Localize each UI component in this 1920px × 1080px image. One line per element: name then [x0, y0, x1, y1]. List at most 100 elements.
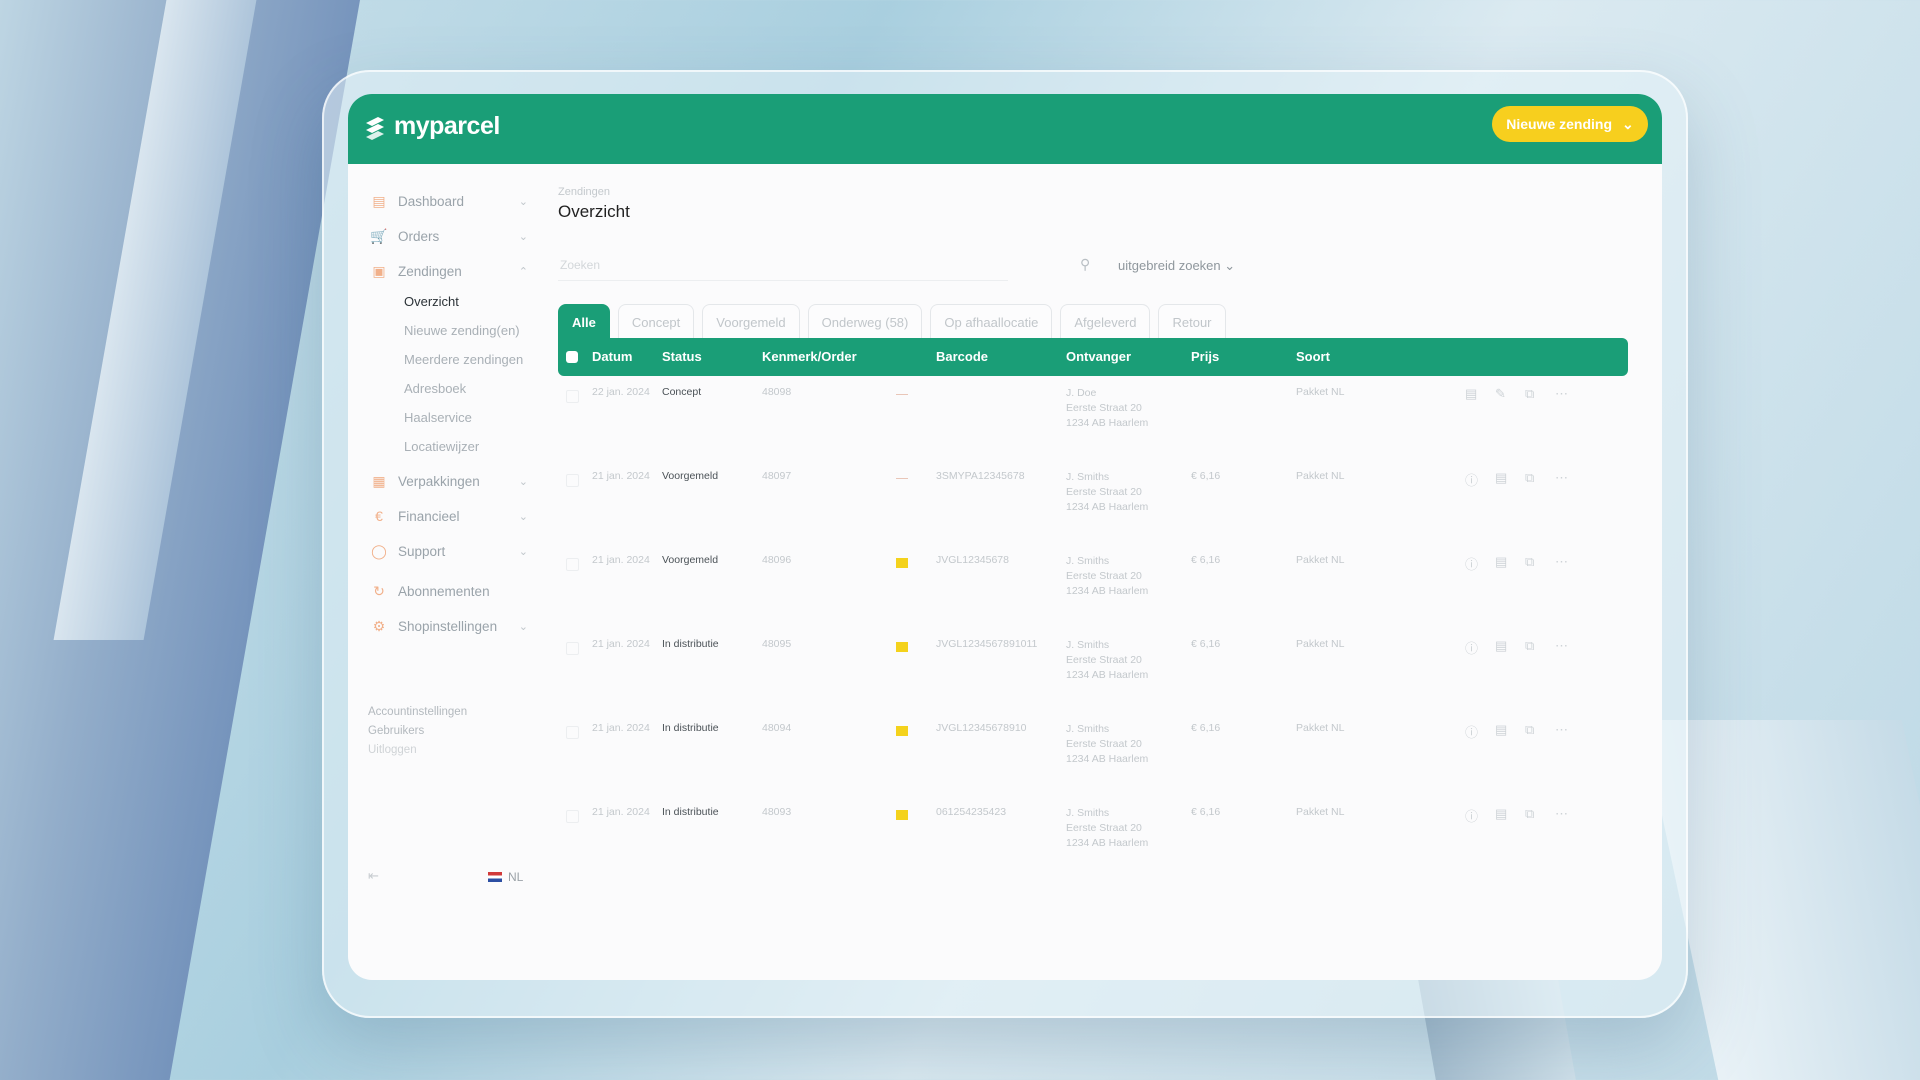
chevron-down-icon: ⌄ — [1224, 258, 1236, 273]
copy-icon[interactable]: ⧉ — [1525, 722, 1534, 738]
copy-icon[interactable]: ⧉ — [1525, 386, 1534, 402]
table-row[interactable]: 21 jan. 2024 In distributie 48093 061254… — [558, 806, 1628, 890]
row-order[interactable]: 48093 — [762, 806, 791, 818]
sidebar-item-verpakkingen[interactable]: ▦ Verpakkingen ⌄ — [370, 472, 530, 490]
select-all-checkbox[interactable] — [566, 351, 578, 363]
row-order[interactable]: 48096 — [762, 554, 791, 566]
search-input[interactable] — [558, 250, 962, 280]
row-type: Pakket NL — [1296, 554, 1345, 566]
sidebar-subitem-adresboek[interactable]: Adresboek — [404, 381, 466, 396]
row-barcode[interactable]: 3SMYPA12345678 — [936, 470, 1025, 482]
row-status: In distributie — [662, 806, 719, 818]
row-barcode[interactable]: JVGL12345678910 — [936, 722, 1027, 734]
table-row[interactable]: 22 jan. 2024 Concept 48098 J. Doe Eerste… — [558, 386, 1628, 470]
label-icon[interactable]: ▤ — [1495, 638, 1507, 654]
chevron-down-icon: ⌄ — [518, 510, 528, 523]
tab-afgeleverd[interactable]: Afgeleverd — [1060, 304, 1151, 339]
row-order[interactable]: 48094 — [762, 722, 791, 734]
tab-concept[interactable]: Concept — [617, 304, 695, 339]
tab-retour[interactable]: Retour — [1158, 304, 1226, 339]
row-checkbox[interactable] — [566, 726, 579, 739]
column-header-ontvanger[interactable]: Ontvanger — [1066, 349, 1131, 364]
recipient-street: Eerste Straat 20 — [1066, 822, 1142, 834]
brand-logo[interactable]: myparcel — [364, 112, 500, 141]
row-order[interactable]: 48098 — [762, 386, 791, 398]
column-header-soort[interactable]: Soort — [1296, 349, 1330, 364]
more-icon[interactable]: ⋯ — [1555, 722, 1568, 738]
sidebar-item-financieel[interactable]: € Financieel ⌄ — [370, 507, 530, 525]
label-icon[interactable]: ▤ — [1465, 386, 1477, 402]
more-icon[interactable]: ⋯ — [1555, 806, 1568, 822]
tab-voorgemeld[interactable]: Voorgemeld — [702, 304, 800, 339]
edit-icon[interactable]: ✎ — [1495, 386, 1506, 402]
collapse-menu-icon[interactable]: ⇤ — [368, 868, 379, 884]
breadcrumb[interactable]: Zendingen — [558, 186, 610, 198]
column-header-kenmerk[interactable]: Kenmerk/Order — [762, 349, 857, 364]
column-header-datum[interactable]: Datum — [592, 349, 632, 364]
table-row[interactable]: 21 jan. 2024 In distributie 48094 JVGL12… — [558, 722, 1628, 806]
copy-icon[interactable]: ⧉ — [1525, 470, 1534, 486]
sidebar-subitem-locatiewijzer[interactable]: Locatiewijzer — [404, 439, 479, 454]
row-barcode[interactable]: JVGL12345678 — [936, 554, 1009, 566]
new-shipment-button[interactable]: Nieuwe zending ⌄ — [1492, 106, 1648, 142]
sidebar-item-shopinstellingen[interactable]: ⚙ Shopinstellingen ⌄ — [370, 617, 530, 635]
info-icon[interactable]: ⓘ — [1465, 470, 1478, 489]
table-row[interactable]: 21 jan. 2024 Voorgemeld 48097 3SMYPA1234… — [558, 470, 1628, 554]
recipient-name: J. Smiths — [1066, 639, 1110, 651]
sidebar-item-orders[interactable]: 🛒 Orders ⌄ — [370, 227, 530, 245]
row-order[interactable]: 48095 — [762, 638, 791, 650]
more-icon[interactable]: ⋯ — [1555, 386, 1568, 402]
table-row[interactable]: 21 jan. 2024 Voorgemeld 48096 JVGL123456… — [558, 554, 1628, 638]
copy-icon[interactable]: ⧉ — [1525, 638, 1534, 654]
users-link[interactable]: Gebruikers — [368, 725, 424, 737]
label-icon[interactable]: ▤ — [1495, 470, 1507, 486]
sidebar-subitem-meerdere-zendingen[interactable]: Meerdere zendingen — [404, 352, 523, 367]
info-icon[interactable]: ⓘ — [1465, 638, 1478, 657]
row-checkbox[interactable] — [566, 642, 579, 655]
tab-alle[interactable]: Alle — [558, 304, 610, 339]
sidebar: ▤ Dashboard ⌄ 🛒 Orders ⌄ ▣ Zendingen ⌃ O… — [348, 164, 538, 980]
chevron-down-icon: ⌄ — [518, 620, 528, 633]
tab-op-afhaallocatie[interactable]: Op afhaallocatie — [930, 304, 1053, 339]
sidebar-subitem-overzicht[interactable]: Overzicht — [404, 294, 459, 309]
sidebar-subitem-haalservice[interactable]: Haalservice — [404, 410, 472, 425]
column-header-barcode[interactable]: Barcode — [936, 349, 988, 364]
advanced-search-toggle[interactable]: uitgebreid zoeken ⌄ — [1118, 258, 1235, 274]
label-icon[interactable]: ▤ — [1495, 806, 1507, 822]
label-printed-icon — [896, 810, 908, 820]
more-icon[interactable]: ⋯ — [1555, 638, 1568, 654]
row-checkbox[interactable] — [566, 558, 579, 571]
sidebar-item-zendingen[interactable]: ▣ Zendingen ⌃ — [370, 262, 530, 280]
column-header-prijs[interactable]: Prijs — [1191, 349, 1219, 364]
copy-icon[interactable]: ⧉ — [1525, 554, 1534, 570]
row-checkbox[interactable] — [566, 810, 579, 823]
more-icon[interactable]: ⋯ — [1555, 554, 1568, 570]
more-icon[interactable]: ⋯ — [1555, 470, 1568, 486]
label-icon[interactable]: ▤ — [1495, 554, 1507, 570]
table-row[interactable]: 21 jan. 2024 In distributie 48095 JVGL12… — [558, 638, 1628, 722]
info-icon[interactable]: ⓘ — [1465, 554, 1478, 573]
copy-icon[interactable]: ⧉ — [1525, 806, 1534, 822]
account-settings-link[interactable]: Accountinstellingen — [368, 706, 467, 718]
language-selector[interactable]: NL — [488, 870, 523, 884]
row-recipient: J. Smiths Eerste Straat 20 1234 AB Haarl… — [1066, 470, 1148, 515]
logout-link[interactable]: Uitloggen — [368, 744, 417, 756]
row-barcode[interactable]: JVGL1234567891011 — [936, 638, 1037, 650]
row-checkbox[interactable] — [566, 390, 579, 403]
sidebar-item-abonnementen[interactable]: ↻ Abonnementen — [370, 582, 530, 600]
row-status: In distributie — [662, 722, 719, 734]
sidebar-subitem-nieuwe-zendingen[interactable]: Nieuwe zending(en) — [404, 323, 520, 338]
info-icon[interactable]: ⓘ — [1465, 722, 1478, 741]
sidebar-item-dashboard[interactable]: ▤ Dashboard ⌄ — [370, 192, 530, 210]
row-barcode[interactable]: 061254235423 — [936, 806, 1006, 818]
search-icon[interactable]: ⚲ — [1080, 256, 1090, 273]
row-status: In distributie — [662, 638, 719, 650]
row-price: € 6,16 — [1191, 638, 1221, 650]
column-header-status[interactable]: Status — [662, 349, 702, 364]
label-icon[interactable]: ▤ — [1495, 722, 1507, 738]
tab-onderweg[interactable]: Onderweg (58) — [807, 304, 923, 339]
info-icon[interactable]: ⓘ — [1465, 806, 1478, 825]
row-checkbox[interactable] — [566, 474, 579, 487]
sidebar-item-support[interactable]: ◯ Support ⌄ — [370, 542, 530, 560]
row-order[interactable]: 48097 — [762, 470, 791, 482]
